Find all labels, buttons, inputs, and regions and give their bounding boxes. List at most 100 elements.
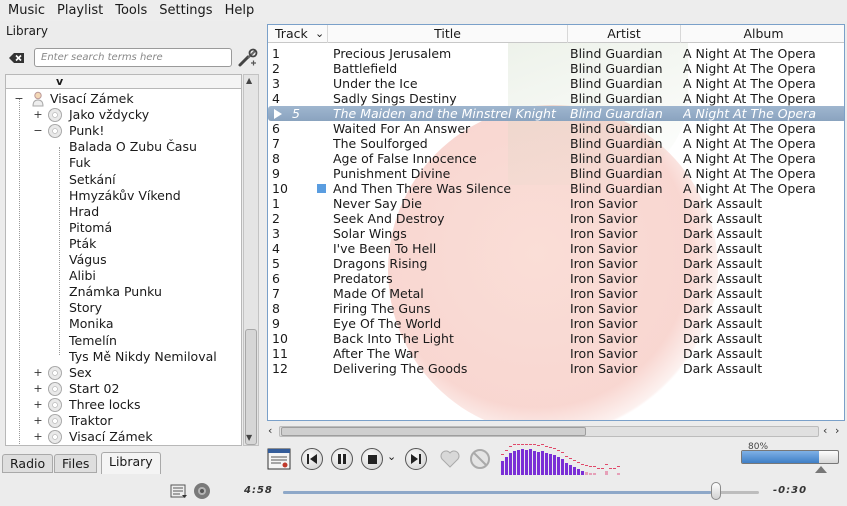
tab-files[interactable]: Files xyxy=(54,454,98,473)
expand-icon[interactable]: + xyxy=(33,445,43,446)
tree-item-label: Pták xyxy=(69,235,97,251)
expand-icon[interactable]: + xyxy=(33,107,43,123)
expand-icon[interactable]: + xyxy=(33,413,43,429)
playlist-row[interactable]: 9 Punishment Divine Blind Guardian A Night … xyxy=(268,166,844,181)
tree-sort-header[interactable]: v xyxy=(6,75,241,89)
stop-menu-chevron-icon[interactable]: ⌄ xyxy=(387,450,396,463)
playlist-row[interactable]: 3 Solar Wings Iron Savior Dark Assault xyxy=(268,226,844,241)
next-button[interactable] xyxy=(405,448,427,470)
volume-slider[interactable] xyxy=(741,450,839,464)
tree-item[interactable]: Balada O Zubu Času xyxy=(6,139,241,155)
collapse-icon[interactable]: − xyxy=(33,123,43,139)
ban-icon[interactable] xyxy=(469,448,491,470)
playlist-view-icon[interactable] xyxy=(170,483,188,499)
tree-item[interactable]: Pitomá xyxy=(6,220,241,236)
scroll-left-icon-2[interactable]: ‹ xyxy=(823,424,827,437)
tree-item[interactable]: Tys Mě Nikdy Nemiloval xyxy=(6,349,241,365)
playlist-layout-icon[interactable] xyxy=(267,448,291,470)
tree-item[interactable]: + Start 02 xyxy=(6,381,241,397)
tree-item[interactable]: Známka Punku xyxy=(6,284,241,300)
column-title[interactable]: Title xyxy=(328,25,568,43)
tree-item[interactable]: Setkání xyxy=(6,172,241,188)
library-search-input[interactable] xyxy=(34,48,232,67)
column-artist[interactable]: Artist xyxy=(568,25,681,43)
menu-settings[interactable]: Settings xyxy=(153,0,218,21)
tree-scrollbar[interactable]: ▲ ▼ xyxy=(243,74,259,446)
scroll-left-icon[interactable]: ‹ xyxy=(268,424,272,437)
tab-library[interactable]: Library xyxy=(101,452,161,474)
playlist-row[interactable]: 4 Sadly Sings Destiny Blind Guardian A Nigh… xyxy=(268,91,844,106)
tree-item[interactable]: Hrad xyxy=(6,204,241,220)
scroll-up-icon[interactable]: ▲ xyxy=(246,76,252,85)
tree-item[interactable]: + Three locks xyxy=(6,397,241,413)
tree-item[interactable]: Monika xyxy=(6,316,241,332)
stop-button[interactable] xyxy=(361,448,383,470)
scroll-down-icon[interactable]: ▼ xyxy=(246,433,252,442)
clear-filter-icon[interactable] xyxy=(8,50,26,66)
network-status-icon[interactable] xyxy=(193,482,211,500)
menu-tools[interactable]: Tools xyxy=(109,0,153,21)
playlist-row[interactable]: 8 Age of False Innocence Blind Guardian A N… xyxy=(268,151,844,166)
seek-handle[interactable] xyxy=(711,482,721,500)
tree-item[interactable]: − Punk! xyxy=(6,123,241,139)
cell-title: Solar Wings xyxy=(333,226,407,241)
cell-album: A Night At The Opera xyxy=(683,166,816,181)
tree-item[interactable]: + Visací Zámek znovu zas... xyxy=(6,445,242,446)
tree-item[interactable]: + Jako vždycky xyxy=(6,107,241,123)
collection-tree[interactable]: v − Visací Zámek + Jako vždycky − Punk! Balada… xyxy=(5,74,242,446)
tab-radio[interactable]: Radio xyxy=(2,454,54,473)
expand-icon[interactable]: + xyxy=(33,365,43,381)
seek-slider[interactable] xyxy=(283,491,759,494)
playlist-row[interactable]: 5 Dragons Rising Iron Savior Dark Assault xyxy=(268,256,844,271)
playlist-row[interactable]: 9 Eye Of The World Iron Savior Dark Assault xyxy=(268,316,844,331)
playlist-row[interactable]: 7 The Soulforged Blind Guardian A Night At … xyxy=(268,136,844,151)
expand-icon[interactable]: + xyxy=(33,381,43,397)
tree-scroll-thumb[interactable] xyxy=(245,329,257,445)
tree-item[interactable]: Hmyzákův Víkend xyxy=(6,188,241,204)
playlist-row[interactable]: 5 The Maiden and the Minstrel Knight Blind… xyxy=(268,106,844,121)
playlist-row[interactable]: 10 Back Into The Light Iron Savior Dark Ass… xyxy=(268,331,844,346)
previous-button[interactable] xyxy=(301,448,323,470)
tree-item[interactable]: Alibi xyxy=(6,268,241,284)
menu-help[interactable]: Help xyxy=(219,0,261,21)
tree-item[interactable]: + Traktor xyxy=(6,413,241,429)
tree-item[interactable]: Temelín xyxy=(6,333,241,349)
playlist-hscroll-thumb[interactable] xyxy=(281,427,586,436)
menu-music[interactable]: Music xyxy=(2,0,51,21)
column-track[interactable]: Track ⌄ xyxy=(268,25,328,43)
expand-icon[interactable]: + xyxy=(33,429,43,445)
playlist-row[interactable]: 3 Under the Ice Blind Guardian A Night At T… xyxy=(268,76,844,91)
tree-item[interactable]: Pták xyxy=(6,235,241,252)
playlist-row[interactable]: 1 Never Say Die Iron Savior Dark Assault xyxy=(268,196,844,211)
tree-item[interactable]: Vágus xyxy=(6,252,241,268)
tree-item[interactable]: Story xyxy=(6,300,241,316)
tree-item[interactable]: + Visací Zámek xyxy=(6,429,241,445)
playlist-row[interactable]: 2 Battlefield Blind Guardian A Night At The… xyxy=(268,61,844,76)
playlist-row[interactable]: 12 Delivering The Goods Iron Savior Dark As… xyxy=(268,361,844,376)
column-album[interactable]: Album xyxy=(681,25,844,43)
menu-playlist[interactable]: Playlist xyxy=(51,0,109,21)
spectrum-analyzer[interactable] xyxy=(499,442,649,476)
playlist-row[interactable]: 11 After The War Iron Savior Dark Assault xyxy=(268,346,844,361)
cell-title: The Soulforged xyxy=(333,136,428,151)
playlist-row[interactable]: 6 Predators Iron Savior Dark Assault xyxy=(268,271,844,286)
love-heart-icon[interactable] xyxy=(439,448,461,470)
volume-handle[interactable] xyxy=(815,466,827,473)
tree-item[interactable]: Fuk xyxy=(6,155,241,171)
playlist-row[interactable]: 2 Seek And Destroy Iron Savior Dark Assault xyxy=(268,211,844,226)
analyzer-bar xyxy=(589,473,592,475)
tree-item[interactable]: + Sex xyxy=(6,365,241,381)
playlist-view[interactable]: Track ⌄ Title Artist Album 1 Precious Jer… xyxy=(267,24,845,421)
expand-icon[interactable]: + xyxy=(33,397,43,413)
playlist-hscrollbar[interactable]: ‹ ‹ › xyxy=(267,424,845,440)
playlist-row[interactable]: 1 Precious Jerusalem Blind Guardian A Night… xyxy=(268,46,844,61)
scroll-right-icon[interactable]: › xyxy=(835,424,839,437)
playlist-row[interactable]: 10 And Then There Was Silence Blind Guardi… xyxy=(268,181,844,196)
tree-item[interactable]: − Visací Zámek xyxy=(6,91,241,107)
playlist-row[interactable]: 7 Made Of Metal Iron Savior Dark Assault xyxy=(268,286,844,301)
configure-library-icon[interactable] xyxy=(237,48,259,68)
playlist-row[interactable]: 4 I've Been To Hell Iron Savior Dark Assaul… xyxy=(268,241,844,256)
playlist-row[interactable]: 6 Waited For An Answer Blind Guardian A Nig… xyxy=(268,121,844,136)
pause-button[interactable] xyxy=(331,448,353,470)
playlist-row[interactable]: 8 Firing The Guns Iron Savior Dark Assault xyxy=(268,301,844,316)
